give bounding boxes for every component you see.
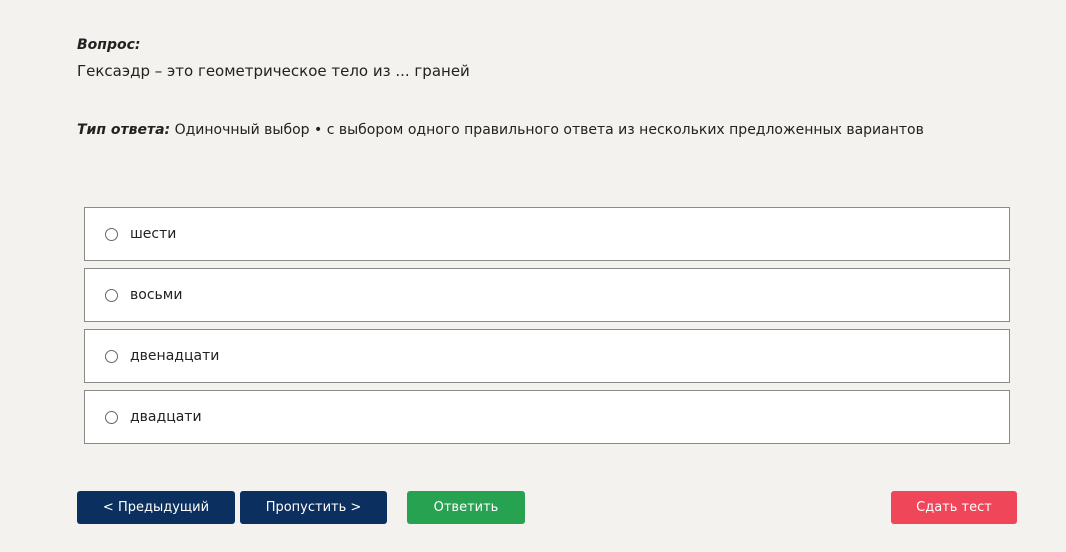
previous-button[interactable]: < Предыдущий: [77, 491, 235, 524]
answer-type-label: Тип ответа:: [77, 122, 171, 138]
radio-button[interactable]: [105, 288, 118, 302]
answer-option[interactable]: двадцати: [84, 390, 1010, 444]
answer-option-label: двенадцати: [130, 348, 220, 364]
answer-button[interactable]: Ответить: [407, 491, 525, 524]
question-label: Вопрос:: [77, 37, 141, 53]
answer-options: шести восьми двенадцати двадцати: [84, 207, 1010, 451]
submit-test-button[interactable]: Сдать тест: [891, 491, 1017, 524]
answer-option[interactable]: восьми: [84, 268, 1010, 322]
skip-button[interactable]: Пропустить >: [240, 491, 387, 524]
radio-button[interactable]: [105, 410, 118, 424]
radio-button[interactable]: [105, 227, 118, 241]
answer-type-value: Одиночный выбор • с выбором одного прави…: [174, 122, 924, 138]
radio-button[interactable]: [105, 349, 118, 363]
quiz-page: Вопрос: Гексаэдр – это геометрическое те…: [0, 0, 1066, 552]
answer-option-label: двадцати: [130, 409, 202, 425]
answer-option-label: шести: [130, 226, 177, 242]
answer-option-label: восьми: [130, 287, 183, 303]
answer-option[interactable]: шести: [84, 207, 1010, 261]
answer-option[interactable]: двенадцати: [84, 329, 1010, 383]
question-text: Гексаэдр – это геометрическое тело из ..…: [77, 62, 470, 80]
answer-type: Тип ответа: Одиночный выбор • с выбором …: [77, 122, 924, 138]
